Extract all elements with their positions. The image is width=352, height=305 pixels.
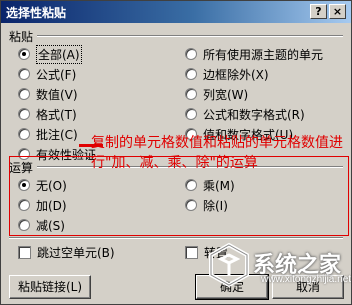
radio-icon: [18, 88, 30, 100]
radio-icon: [185, 68, 197, 80]
paste-column-widths-radio[interactable]: 列宽(W): [185, 86, 248, 102]
radio-icon: [18, 108, 30, 120]
checkbox-icon: [18, 245, 31, 259]
dialog-title: 选择性粘贴: [6, 6, 67, 20]
radio-icon: [18, 128, 30, 140]
paste-all-radio[interactable]: 全部(A): [18, 44, 82, 64]
radio-icon: [185, 108, 197, 120]
paste-formulas-radio[interactable]: 公式(F): [18, 66, 76, 82]
watermark: 系统之家 www.xitongzhijia.net: [201, 239, 351, 291]
watermark-url: www.xitongzhijia.net: [261, 274, 352, 285]
paste-link-button[interactable]: 粘贴链接(L): [9, 275, 91, 299]
paste-section-label: 粘贴: [9, 30, 34, 44]
watermark-logo-icon: [209, 242, 249, 288]
radio-icon: [185, 88, 197, 100]
help-button[interactable]: ?: [310, 4, 327, 19]
radio-icon: [185, 48, 197, 60]
annotation-text: 复制的单元格数值和粘贴的单元格数值进行"加、减、乘、除"的运算: [91, 135, 343, 171]
close-button[interactable]: ×: [329, 4, 346, 19]
paste-formulas-numbers-radio[interactable]: 公式和数字格式(R): [185, 106, 305, 122]
title-bar: 选择性粘贴 ? ×: [1, 1, 351, 23]
paste-no-borders-radio[interactable]: 边框除外(X): [185, 66, 269, 82]
checkbox-icon: [185, 245, 198, 259]
skip-blanks-checkbox[interactable]: 跳过空单元(B): [18, 244, 115, 260]
radio-icon: [18, 68, 30, 80]
paste-comments-radio[interactable]: 批注(C): [18, 126, 78, 142]
paste-source-theme-radio[interactable]: 所有使用源主题的单元: [185, 46, 323, 62]
paste-values-radio[interactable]: 数值(V): [18, 86, 78, 102]
radio-selected-icon: [18, 48, 30, 60]
paste-special-dialog: 选择性粘贴 ? × 粘贴 全部(A) 公式(F) 数值(V) 格式(T) 批注(…: [0, 0, 352, 305]
paste-formats-radio[interactable]: 格式(T): [18, 106, 77, 122]
paste-section-divider: [37, 35, 343, 37]
